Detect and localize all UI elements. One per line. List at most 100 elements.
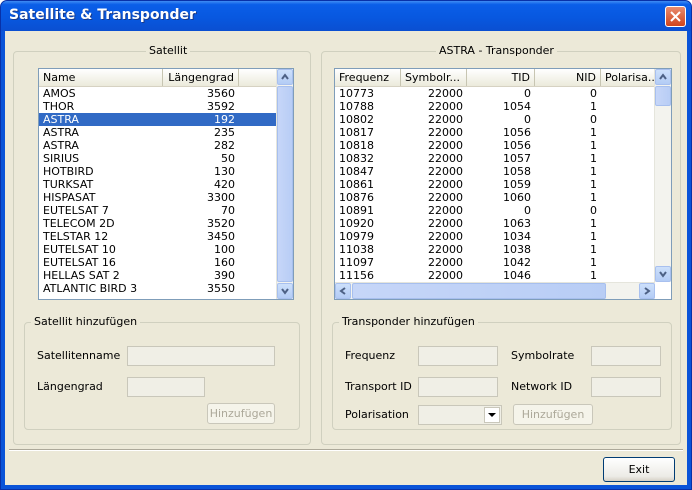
transponder-row[interactable]: 10832 22000 1057 1 (335, 152, 655, 165)
longitude-label: Längengrad (37, 380, 103, 393)
satellite-list-scrollbar[interactable] (276, 69, 293, 299)
title-bar[interactable]: Satellite & Transponder (1, 1, 691, 31)
transponder-row[interactable]: 11038 22000 1038 1 (335, 243, 655, 256)
transponder-horizontal-scrollbar[interactable] (335, 282, 655, 299)
satellite-longitude-cell: 3560 (207, 87, 235, 100)
transponder-vertical-scrollbar[interactable] (654, 69, 671, 282)
column-header-symbolrate[interactable]: Symbolr... (401, 69, 467, 86)
transponder-row[interactable]: 10861 22000 1059 1 (335, 178, 655, 191)
scroll-right-button[interactable] (639, 283, 655, 299)
scroll-down-button[interactable] (655, 266, 671, 282)
symbolrate-cell: 22000 (428, 113, 463, 126)
satellite-name-field[interactable] (127, 346, 275, 366)
transponder-row[interactable]: 10891 22000 0 0 (335, 204, 655, 217)
satellite-row[interactable]: ASTRA 192 (39, 113, 277, 126)
satellite-row[interactable]: HOTBIRD 130 (39, 165, 277, 178)
satellite-list-header: Name Längengrad (39, 69, 277, 87)
satellite-row[interactable]: EUTELSAT 16 160 (39, 256, 277, 269)
scroll-down-button[interactable] (277, 283, 293, 299)
satellite-row[interactable]: THOR 3592 (39, 100, 277, 113)
column-header-longitude[interactable]: Längengrad (163, 69, 239, 86)
satellite-name-cell: AMOS (43, 87, 76, 100)
polarisation-select[interactable] (418, 405, 502, 425)
scroll-thumb[interactable] (655, 86, 671, 106)
transponder-row[interactable]: 10920 22000 1063 1 (335, 217, 655, 230)
transponder-list-header: Frequenz Symbolr... TID NID Polarisa... (335, 69, 657, 87)
network-id-field[interactable] (591, 377, 661, 397)
chevron-down-icon (281, 288, 289, 295)
satellite-row[interactable]: TELECOM 2D 3520 (39, 217, 277, 230)
nid-cell: 1 (590, 152, 597, 165)
column-header-name[interactable]: Name (39, 69, 163, 86)
satellite-row[interactable]: HELLAS SAT 2 390 (39, 269, 277, 282)
satellite-name-label: Satellitenname (37, 349, 121, 362)
tid-cell: 1063 (503, 217, 531, 230)
transponder-row[interactable]: 10818 22000 1056 1 (335, 139, 655, 152)
transponder-row[interactable]: 10817 22000 1056 1 (335, 126, 655, 139)
transponder-row[interactable]: 10876 22000 1060 1 (335, 191, 655, 204)
horizontal-scroll-thumb[interactable] (352, 283, 606, 299)
transponder-row[interactable]: 10773 22000 0 0 (335, 87, 655, 100)
transport-id-field[interactable] (418, 377, 498, 397)
satellite-row[interactable]: ASTRA 235 (39, 126, 277, 139)
scroll-left-button[interactable] (335, 283, 351, 299)
satellite-list[interactable]: Name Längengrad AMOS 3560 THOR 3592 ASTRA 192… (38, 68, 294, 300)
transponder-row[interactable]: 10979 22000 1034 1 (335, 230, 655, 243)
satellite-row[interactable]: EUTELSAT 7 70 (39, 204, 277, 217)
scroll-up-button[interactable] (277, 69, 293, 85)
tid-cell: 0 (524, 87, 531, 100)
transponder-row[interactable]: 10847 22000 1058 1 (335, 165, 655, 178)
add-satellite-group: Satellit hinzufügen Satellitenname Länge… (24, 315, 300, 430)
add-transponder-button[interactable]: Hinzufügen (513, 404, 593, 425)
satellite-row[interactable]: ASTRA 282 (39, 139, 277, 152)
frequency-field[interactable] (418, 346, 498, 366)
satellite-row[interactable]: TURKSAT 420 (39, 178, 277, 191)
satellite-row[interactable]: AMOS 3560 (39, 87, 277, 100)
chevron-left-icon (339, 287, 346, 295)
transponder-list[interactable]: Frequenz Symbolr... TID NID Polarisa... … (334, 68, 672, 300)
nid-cell: 1 (590, 165, 597, 178)
satellite-longitude-cell: 420 (214, 178, 235, 191)
column-header-frequency[interactable]: Frequenz (335, 69, 401, 86)
add-satellite-button[interactable]: Hinzufügen (207, 403, 275, 424)
satellite-longitude-cell: 100 (214, 243, 235, 256)
satellite-group-legend: Satellit (146, 44, 191, 57)
transponder-group-legend: ASTRA - Transponder (436, 44, 557, 57)
satellite-row[interactable]: HISPASAT 3300 (39, 191, 277, 204)
scroll-up-button[interactable] (655, 69, 671, 85)
scroll-thumb[interactable] (277, 86, 293, 282)
satellite-name-cell: TELECOM 2D (43, 217, 115, 230)
satellite-row[interactable]: ATLANTIC BIRD 3 3550 (39, 282, 277, 295)
satellite-row[interactable]: SIRIUS 50 (39, 152, 277, 165)
column-header-tid[interactable]: TID (467, 69, 535, 86)
satellite-longitude-cell: 390 (214, 269, 235, 282)
polarisation-dropdown-button[interactable] (484, 407, 500, 423)
symbolrate-cell: 22000 (428, 165, 463, 178)
satellite-longitude-cell: 160 (214, 256, 235, 269)
satellite-group: Satellit Name Längengrad AMOS 3560 THOR 359… (13, 44, 311, 445)
column-header-polarisation[interactable]: Polarisa... (601, 69, 657, 86)
frequency-cell: 10817 (339, 126, 374, 139)
satellite-row[interactable]: TELSTAR 12 3450 (39, 230, 277, 243)
longitude-field[interactable] (127, 377, 205, 397)
satellite-row[interactable]: EUTELSAT 10 100 (39, 243, 277, 256)
tid-cell: 1056 (503, 126, 531, 139)
nid-cell: 0 (590, 87, 597, 100)
exit-button[interactable]: Exit (603, 457, 675, 482)
add-satellite-legend: Satellit hinzufügen (31, 315, 141, 328)
column-header-nid[interactable]: NID (535, 69, 601, 86)
transponder-row[interactable]: 11156 22000 1046 1 (335, 269, 655, 282)
transponder-row[interactable]: 10802 22000 0 0 (335, 113, 655, 126)
frequency-cell: 10861 (339, 178, 374, 191)
satellite-longitude-cell: 282 (214, 139, 235, 152)
symbolrate-cell: 22000 (428, 87, 463, 100)
transponder-row[interactable]: 10788 22000 1054 1 (335, 100, 655, 113)
close-button[interactable] (665, 6, 686, 27)
satellite-name-cell: EUTELSAT 10 (43, 243, 116, 256)
satellite-name-cell: ASTRA (43, 113, 79, 126)
transponder-row[interactable]: 11097 22000 1042 1 (335, 256, 655, 269)
nid-cell: 1 (590, 139, 597, 152)
symbolrate-field[interactable] (591, 346, 661, 366)
network-id-label: Network ID (511, 380, 573, 393)
nid-cell: 0 (590, 113, 597, 126)
